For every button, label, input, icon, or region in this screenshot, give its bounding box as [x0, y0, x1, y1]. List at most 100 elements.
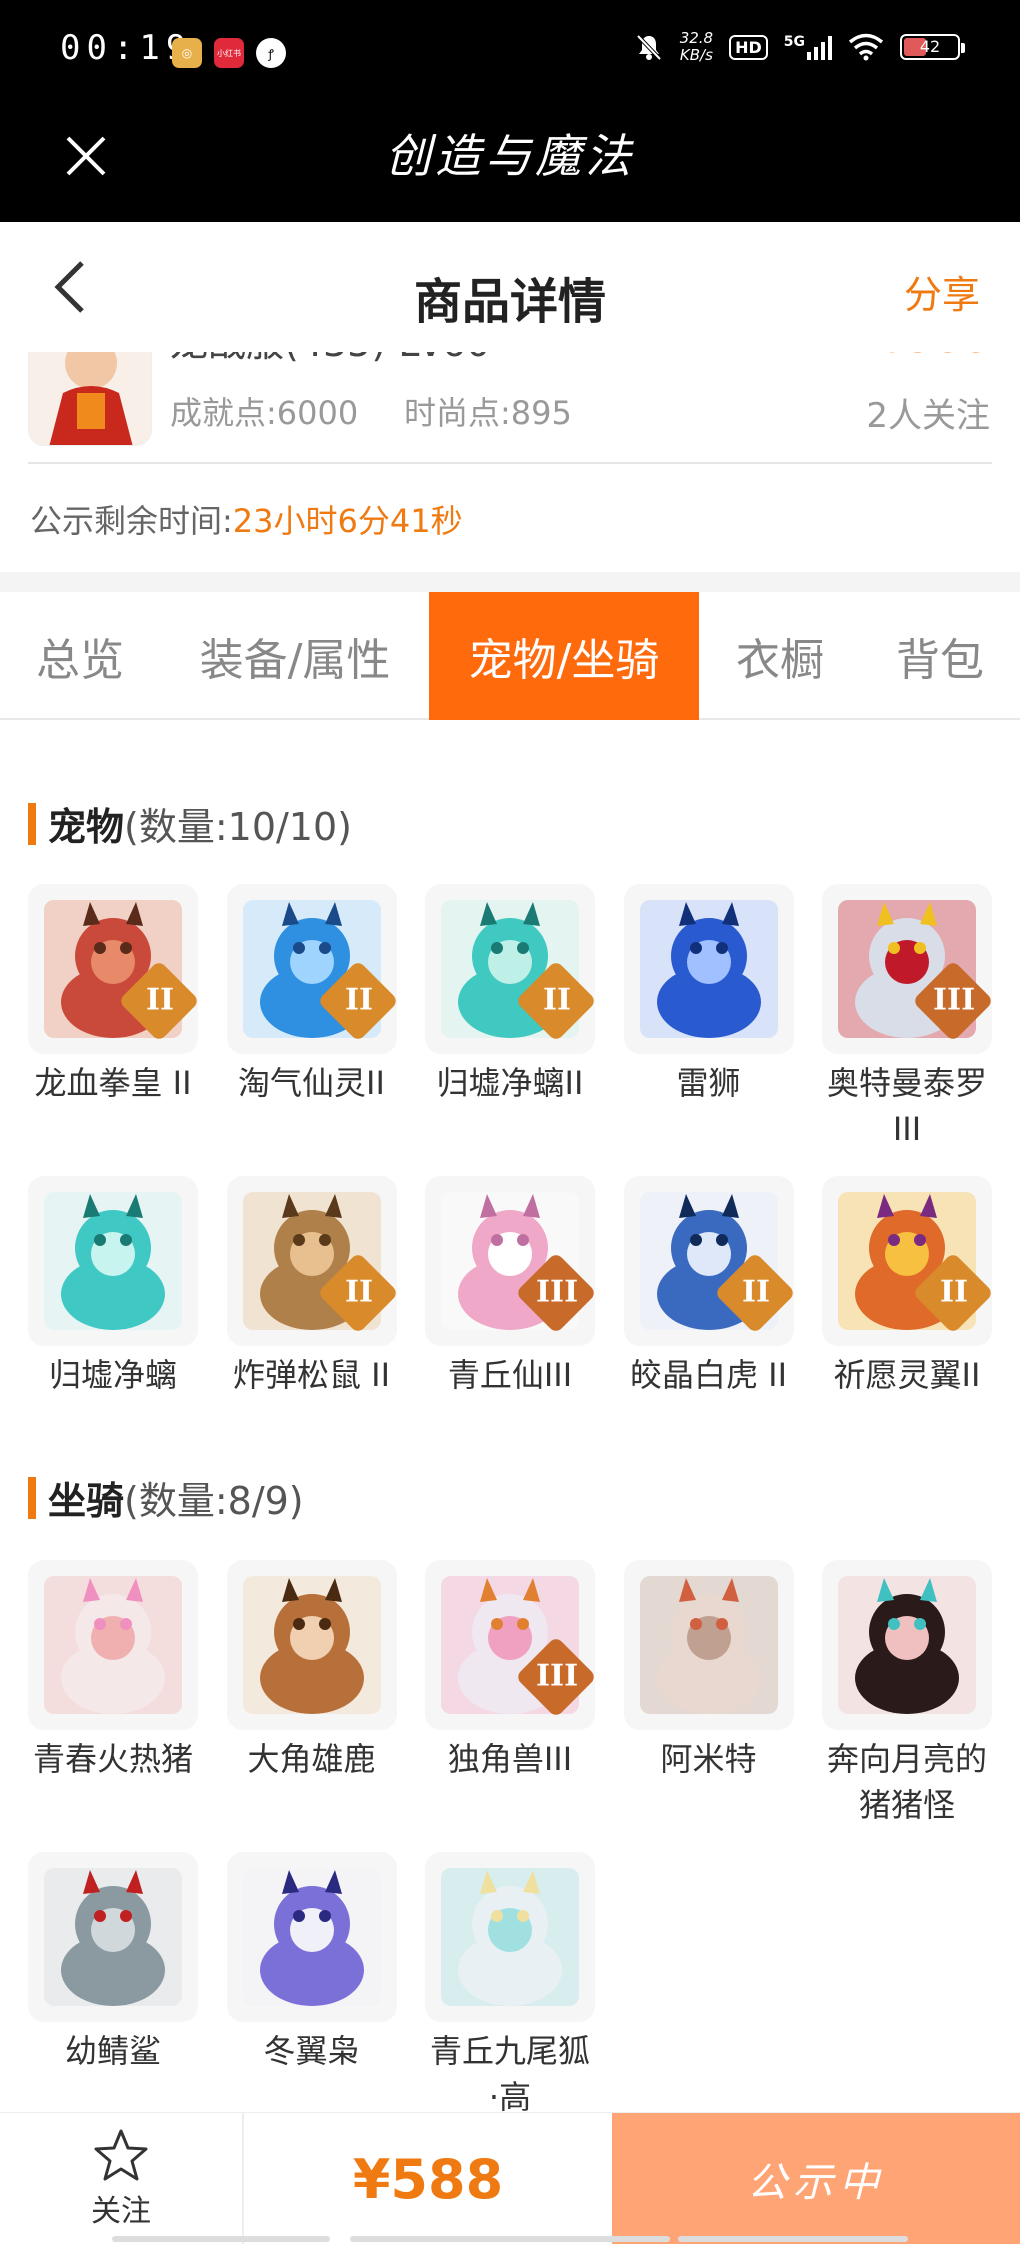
pet-thumbnail: II	[28, 884, 198, 1054]
home-indicator	[350, 2236, 670, 2242]
tier-label: II	[741, 1274, 770, 1310]
pets-title: 宠物	[48, 805, 125, 849]
pet-item[interactable]: II 皎晶白虎 II	[614, 1176, 804, 1398]
tab-overview[interactable]: 总览	[0, 592, 160, 720]
item-name-line: 淘气仙灵II	[238, 1064, 385, 1102]
creature-image-icon	[441, 1868, 579, 2006]
hd-badge: HD	[729, 34, 768, 60]
creature-image-icon	[44, 1868, 182, 2006]
pet-item[interactable]: II 炸弹松鼠 II	[217, 1176, 407, 1398]
pet-item[interactable]: II 龙血拳皇 II	[18, 884, 208, 1106]
item-name: 幼鲭鲨	[18, 2028, 208, 2074]
share-button[interactable]: 分享	[904, 264, 980, 319]
creature-image-icon	[44, 1576, 182, 1714]
mount-item[interactable]: III 独角兽III	[415, 1560, 605, 1782]
item-name: 祈愿灵翼II	[812, 1352, 1002, 1398]
item-name-line: III	[892, 1110, 922, 1148]
follow-button[interactable]: 关注	[0, 2113, 242, 2244]
mount-item[interactable]: 青春火热猪	[18, 1560, 208, 1782]
pet-item[interactable]: II 祈愿灵翼II	[812, 1176, 1002, 1398]
item-name: 炸弹松鼠 II	[217, 1352, 407, 1398]
app-header: 创造与魔法	[0, 104, 1020, 222]
mount-item[interactable]: 青丘九尾狐 ·高	[415, 1852, 605, 2120]
item-name: 阿米特	[614, 1736, 804, 1782]
mount-thumbnail: III	[425, 1560, 595, 1730]
battery-level: 42	[919, 37, 941, 56]
status-right: 32.8 KB/s HD 5G 42	[634, 29, 965, 64]
item-name-line: 大角雄鹿	[247, 1740, 376, 1778]
section-accent-bar	[28, 1476, 36, 1519]
mount-item[interactable]: 幼鲭鲨	[18, 1852, 208, 2074]
item-name: 归墟净螭	[18, 1352, 208, 1398]
tier-label: II	[344, 982, 373, 1018]
pet-item[interactable]: III 奥特曼泰罗 III	[812, 884, 1002, 1152]
pet-thumbnail: III	[822, 884, 992, 1054]
app-title: 创造与魔法	[385, 129, 635, 183]
signal-bars-icon	[807, 34, 832, 60]
cellular-signal: 5G	[784, 34, 832, 60]
tier-label: II	[543, 982, 572, 1018]
item-name-line: 猪猪怪	[858, 1786, 955, 1824]
item-name: 独角兽III	[415, 1736, 605, 1782]
character-name: 龙战服(435) Lv60	[170, 352, 490, 367]
tier-label: III	[535, 1274, 579, 1310]
character-image-icon	[29, 352, 151, 445]
star-icon	[94, 2129, 148, 2181]
mount-item[interactable]: 阿米特	[614, 1560, 804, 1782]
pet-item[interactable]: 归墟净螭	[18, 1176, 208, 1398]
status-app-icons: ◎ 小红书 ꝭ	[172, 38, 286, 68]
follow-label: 关注	[91, 2194, 151, 2229]
tab-equipment[interactable]: 装备/属性	[170, 592, 420, 720]
mount-item[interactable]: 大角雄鹿	[217, 1560, 407, 1782]
mount-thumbnail	[28, 1852, 198, 2022]
battery-icon: 42	[900, 34, 965, 60]
item-name-line: 青春火热猪	[32, 1740, 193, 1778]
countdown-value: 23小时6分41秒	[232, 502, 463, 540]
pet-item[interactable]: II 淘气仙灵II	[217, 884, 407, 1106]
home-indicator	[112, 2236, 330, 2242]
section-gap	[0, 572, 1020, 592]
item-name-line: 归墟净螭II	[436, 1064, 584, 1102]
pets-count: (数量:10/10)	[124, 805, 352, 849]
creature-image-icon	[242, 1868, 381, 2006]
tier-label: II	[344, 1274, 373, 1310]
pet-thumbnail: II	[226, 1176, 397, 1346]
item-name-line: 独角兽III	[447, 1740, 573, 1778]
item-name-line: 幼鲭鲨	[64, 2032, 161, 2070]
pet-item[interactable]: 雷狮	[614, 884, 804, 1106]
item-name-line: 炸弹松鼠 II	[232, 1356, 391, 1394]
status-bar: 00:19 ◎ 小红书 ꝭ 32.8 KB/s HD 5G 42	[0, 0, 1020, 104]
tab-wardrobe[interactable]: 衣橱	[705, 592, 855, 720]
pet-thumbnail: II	[425, 884, 595, 1054]
net-speed-unit: KB/s	[679, 46, 713, 64]
tab-backpack[interactable]: 背包	[860, 592, 1020, 720]
tab-bar: 总览 装备/属性 宠物/坐骑 衣橱 背包	[0, 592, 1020, 720]
pet-item[interactable]: III 青丘仙III	[415, 1176, 605, 1398]
home-indicator	[678, 2236, 908, 2242]
tab-pets-mounts[interactable]: 宠物/坐骑	[429, 592, 699, 720]
mounts-title: 坐骑	[48, 1479, 125, 1523]
tier-label: III	[932, 982, 976, 1018]
bottom-action-bar: 关注 ¥588 公示中	[0, 2112, 1020, 2244]
mount-item[interactable]: 奔向月亮的 猪猪怪	[812, 1560, 1002, 1828]
nav-bar: 商品详情 分享	[0, 222, 1020, 352]
net-speed-value: 32.8	[679, 29, 714, 47]
pet-item[interactable]: II 归墟净螭II	[415, 884, 605, 1106]
item-name-line: 青丘仙III	[447, 1356, 573, 1394]
camera-app-icon: ◎	[172, 38, 202, 68]
mount-item[interactable]: 冬翼枭	[217, 1852, 407, 2074]
wifi-icon	[848, 33, 884, 61]
xiaohongshu-app-icon: 小红书	[214, 38, 244, 68]
publicity-status-button[interactable]: 公示中	[612, 2113, 1020, 2244]
item-name: 奥特曼泰罗 III	[812, 1060, 1002, 1152]
mount-thumbnail	[425, 1852, 595, 2022]
mounts-section-title: 坐骑 (数量:8/9)	[28, 1470, 304, 1525]
countdown-label: 公示剩余时间:	[30, 502, 233, 540]
item-name: 青春火热猪	[18, 1736, 208, 1782]
mount-thumbnail	[623, 1560, 794, 1730]
item-name-line: 奔向月亮的	[826, 1740, 987, 1778]
summary-price: ¥588	[878, 352, 990, 363]
item-name-line: 青丘九尾狐	[429, 2032, 590, 2070]
item-name: 雷狮	[614, 1060, 804, 1106]
pet-thumbnail	[623, 884, 794, 1054]
